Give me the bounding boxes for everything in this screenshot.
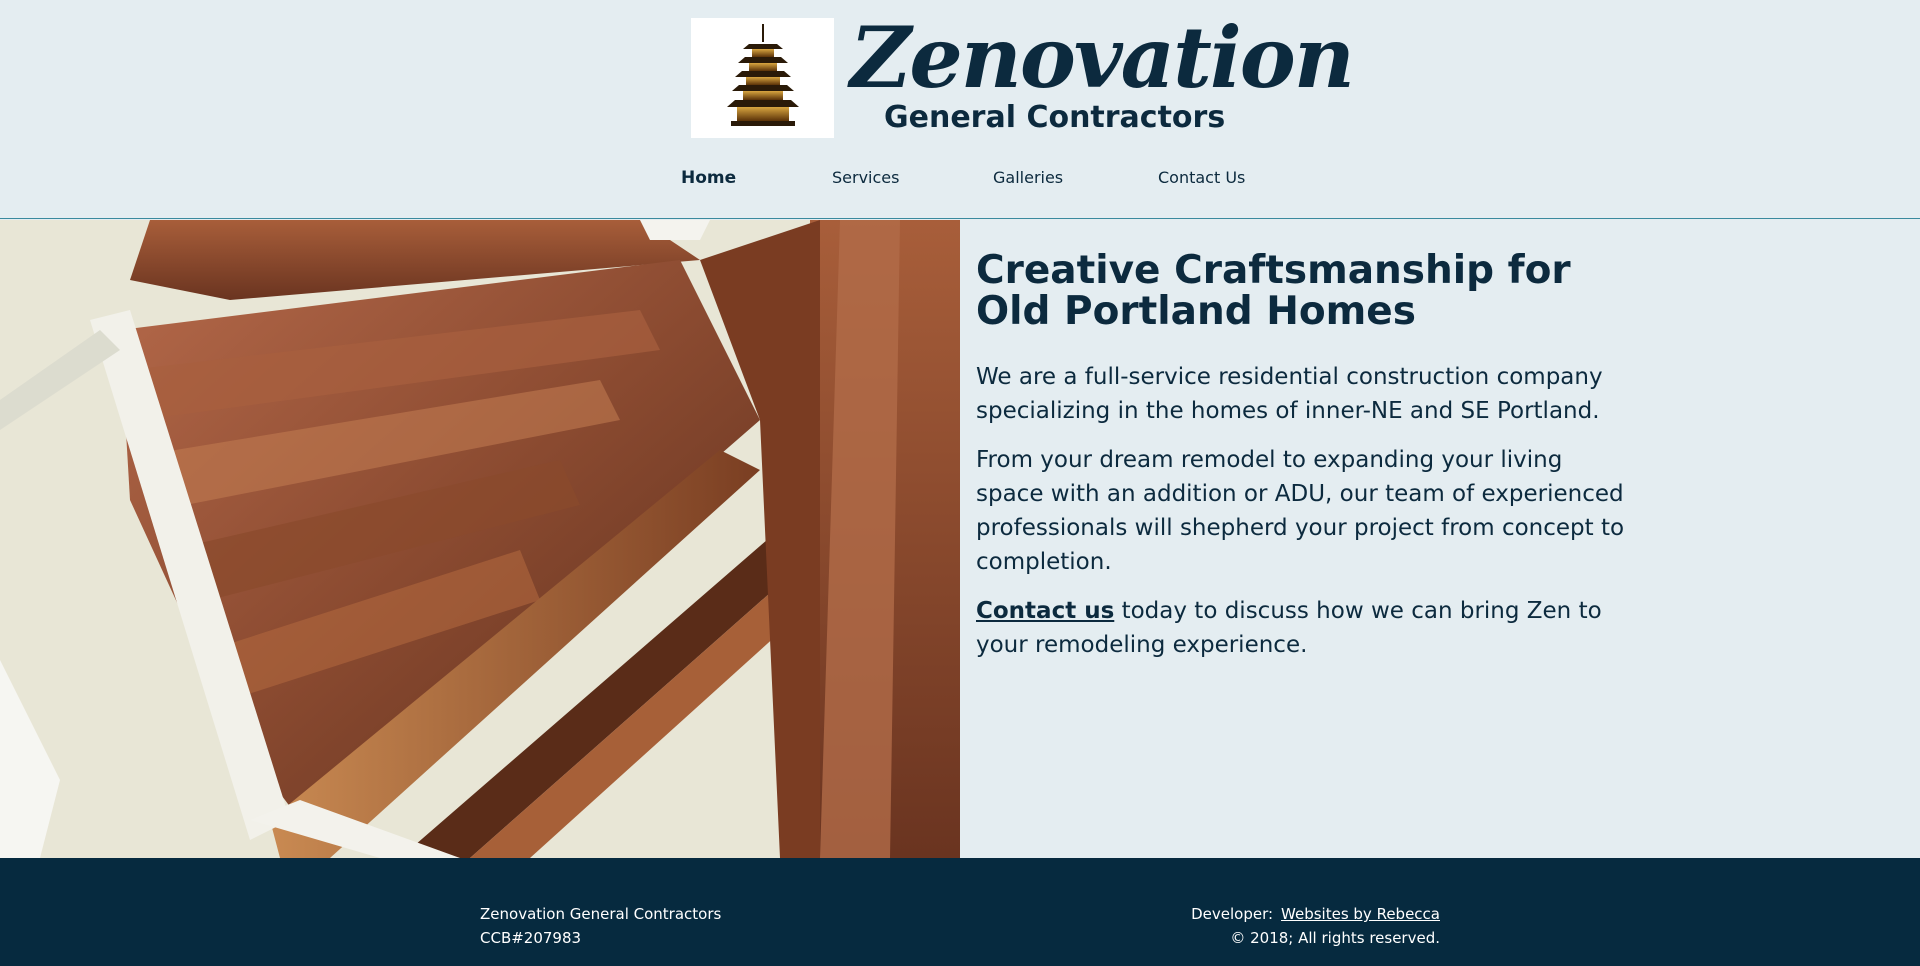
site-header: Zenovation General Contractors Home Serv… xyxy=(0,0,1920,219)
site-footer: Zenovation General Contractors CCB#20798… xyxy=(0,858,1920,966)
footer-copyright: © 2018; All rights reserved. xyxy=(1230,929,1440,947)
footer-developer-info: Developer: Websites by Rebecca © 2018; Al… xyxy=(1191,902,1440,950)
developer-label: Developer: xyxy=(1191,905,1274,923)
main-nav: Home Services Galleries Contact Us xyxy=(0,166,1920,194)
developer-link[interactable]: Websites by Rebecca xyxy=(1281,905,1440,923)
pagoda-icon xyxy=(726,24,799,126)
logo[interactable] xyxy=(691,18,834,138)
footer-company-name: Zenovation General Contractors xyxy=(480,905,722,923)
main-content: Creative Craftsmanship for Old Portland … xyxy=(976,250,1636,677)
contact-us-link[interactable]: Contact us xyxy=(976,598,1114,624)
nav-contact-us[interactable]: Contact Us xyxy=(1158,166,1245,190)
footer-license: CCB#207983 xyxy=(480,929,582,947)
nav-galleries[interactable]: Galleries xyxy=(993,166,1063,190)
hero-staircase-image xyxy=(0,220,960,858)
cta-paragraph: Contact us today to discuss how we can b… xyxy=(976,594,1636,662)
nav-services[interactable]: Services xyxy=(832,166,899,190)
footer-company-info: Zenovation General Contractors CCB#20798… xyxy=(480,902,721,950)
services-paragraph: From your dream remodel to expanding you… xyxy=(976,447,1625,575)
brand-name: Zenovation xyxy=(850,8,1355,107)
nav-home[interactable]: Home xyxy=(681,166,736,190)
intro-paragraph: We are a full-service residential constr… xyxy=(976,364,1603,424)
page-title: Creative Craftsmanship for Old Portland … xyxy=(976,248,1571,334)
brand-subtitle: General Contractors xyxy=(884,100,1226,135)
